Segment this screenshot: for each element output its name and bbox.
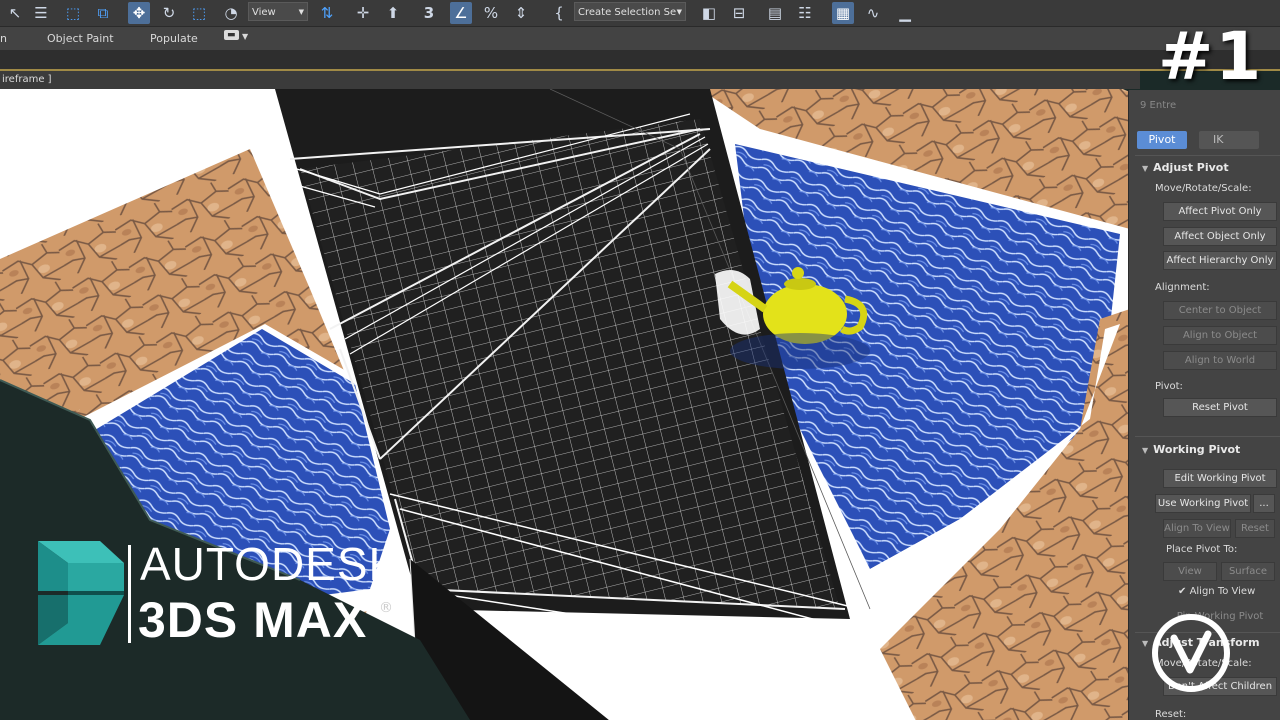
affect-object-only-button[interactable]: Affect Object Only	[1163, 227, 1277, 246]
selection-set-dropdown[interactable]: Create Selection Se ▼	[574, 2, 686, 21]
pivot-center-icon[interactable]: ⇅	[316, 2, 338, 24]
window-crossing-icon[interactable]: ⧉	[92, 2, 114, 24]
viewport-label-bar	[0, 71, 1140, 89]
selection-set-value: Create Selection Se	[578, 7, 677, 18]
ribbon-panel-area	[0, 50, 1280, 70]
main-toolbar: ↖ ☰ ⬚ ⧉ ✥ ↻ ⬚ ◔ View ▼ ⇅ ✛ ⬆ 3 ∠ % ⇕ { C…	[0, 0, 1280, 27]
brand-divider	[128, 545, 131, 643]
snap-3d-icon[interactable]: 3	[418, 2, 440, 24]
scene-explorer-icon[interactable]: ▤	[764, 2, 786, 24]
ribbon-options-icon[interactable]: ▬	[224, 30, 239, 40]
rotate-icon[interactable]: ↻	[158, 2, 180, 24]
rollout-title: Working Pivot	[1153, 443, 1241, 456]
ribbon-toggle-icon[interactable]: ▦	[832, 2, 854, 24]
tab-ik[interactable]: IK	[1199, 131, 1259, 149]
select-icon[interactable]: ↖	[4, 2, 26, 24]
place-surface-button[interactable]: Surface	[1221, 562, 1275, 581]
viewport-shading-label[interactable]: ireframe ]	[2, 74, 52, 85]
collapse-triangle-icon: ▼	[1142, 446, 1149, 455]
chevron-down-icon: ▼	[298, 8, 304, 16]
ribbon-tab-populate[interactable]: Populate	[150, 32, 198, 45]
mirror-icon[interactable]: ◧	[698, 2, 720, 24]
reset-section-label: Reset:	[1155, 709, 1187, 720]
registered-mark: ®	[379, 600, 393, 616]
panel-top-cut-label: 9 Entre	[1140, 100, 1177, 111]
screenshot-root: ↖ ☰ ⬚ ⧉ ✥ ↻ ⬚ ◔ View ▼ ⇅ ✛ ⬆ 3 ∠ % ⇕ { C…	[0, 0, 1280, 720]
angle-snap-icon[interactable]: ∠	[450, 2, 472, 24]
working-pivot-options-button[interactable]: ...	[1253, 494, 1275, 513]
affect-pivot-only-button[interactable]: Affect Pivot Only	[1163, 202, 1277, 221]
snap-toggle-icon[interactable]: ⬆	[382, 2, 404, 24]
select-manipulate-icon[interactable]: ◔	[220, 2, 242, 24]
layer-explorer-icon[interactable]: ☷	[794, 2, 816, 24]
reference-coordinate-dropdown[interactable]: View ▼	[248, 2, 308, 21]
center-to-object-button[interactable]: Center to Object	[1163, 301, 1277, 320]
affect-hierarchy-only-button[interactable]: Affect Hierarchy Only	[1163, 251, 1277, 270]
use-working-pivot-button[interactable]: Use Working Pivot	[1155, 494, 1251, 513]
ribbon-bar: n Object Paint Populate ▬ ▼	[0, 27, 1280, 50]
episode-number: #1	[1158, 18, 1264, 95]
rollout-title: Adjust Pivot	[1153, 161, 1229, 174]
view-dropdown-value: View	[252, 7, 276, 18]
panel-divider	[1135, 436, 1280, 437]
tab-pivot[interactable]: Pivot	[1137, 131, 1187, 149]
rollout-adjust-pivot[interactable]: ▼ Adjust Pivot	[1142, 161, 1229, 174]
chevron-down-icon: ▼	[676, 8, 682, 16]
check-icon: ✔	[1178, 586, 1190, 597]
named-selection-icon[interactable]: {	[548, 2, 570, 24]
rollout-working-pivot[interactable]: ▼ Working Pivot	[1142, 443, 1240, 456]
chevron-down-icon[interactable]: ▼	[242, 32, 248, 41]
move-rotate-scale-label: Move/Rotate/Scale:	[1155, 183, 1252, 194]
align-to-world-button[interactable]: Align to World	[1163, 351, 1277, 370]
select-link-icon[interactable]: ✛	[352, 2, 374, 24]
schematic-view-icon[interactable]: ▁	[894, 2, 916, 24]
reset-working-pivot-button[interactable]: Reset	[1235, 519, 1275, 538]
move-icon[interactable]: ✥	[128, 2, 150, 24]
brand-3ds-max: 3DS MAX	[138, 592, 368, 648]
brand-autodesk: AUTODESK	[140, 538, 401, 590]
pivot-label: Pivot:	[1155, 381, 1183, 392]
ribbon-tab-cut[interactable]: n	[0, 32, 7, 45]
rect-select-icon[interactable]: ⬚	[62, 2, 84, 24]
panel-divider	[1135, 155, 1280, 156]
reset-pivot-button[interactable]: Reset Pivot	[1163, 398, 1277, 417]
align-to-view-button[interactable]: Align To View	[1163, 519, 1231, 538]
ribbon-tab-object-paint[interactable]: Object Paint	[47, 32, 114, 45]
place-pivot-to-label: Place Pivot To:	[1166, 544, 1238, 555]
alignment-label: Alignment:	[1155, 282, 1210, 293]
select-by-name-icon[interactable]: ☰	[30, 2, 52, 24]
percent-snap-icon[interactable]: %	[480, 2, 502, 24]
align-icon[interactable]: ⊟	[728, 2, 750, 24]
spinner-snap-icon[interactable]: ⇕	[510, 2, 532, 24]
v-logo-icon	[1152, 614, 1230, 692]
3ds-max-logo-icon	[38, 541, 124, 645]
edit-working-pivot-button[interactable]: Edit Working Pivot	[1163, 469, 1277, 488]
scale-icon[interactable]: ⬚	[188, 2, 210, 24]
curve-editor-icon[interactable]: ∿	[862, 2, 884, 24]
collapse-triangle-icon: ▼	[1142, 639, 1149, 648]
place-view-button[interactable]: View	[1163, 562, 1217, 581]
collapse-triangle-icon: ▼	[1142, 164, 1149, 173]
align-to-view-checkbox[interactable]: ✔ Align To View	[1178, 586, 1255, 597]
checkbox-label: Align To View	[1189, 586, 1256, 597]
align-to-object-button[interactable]: Align to Object	[1163, 326, 1277, 345]
